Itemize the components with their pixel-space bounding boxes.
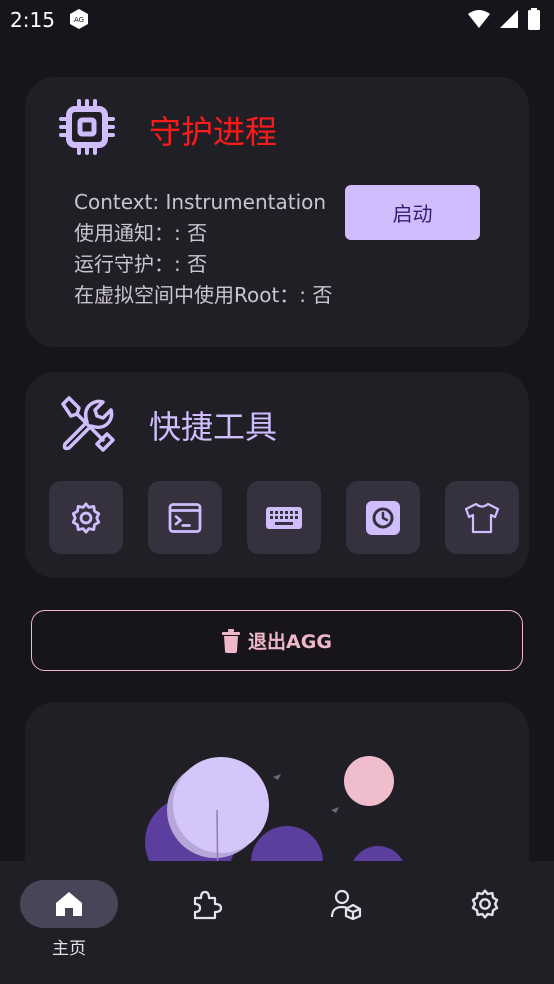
trash-icon (222, 628, 241, 653)
tool-terminal-button[interactable] (148, 481, 222, 554)
nav-apps[interactable] (277, 861, 415, 984)
nav-home-label: 主页 (52, 939, 86, 959)
tool-clock-button[interactable] (346, 481, 420, 554)
status-time: 2:15 (10, 8, 55, 32)
nav-extensions-pill (158, 880, 256, 928)
guard-process-card: 守护进程 Context: Instrumentation 使用通知：: 否 运… (25, 77, 529, 347)
start-button[interactable]: 启动 (345, 185, 480, 240)
tool-theme-button[interactable] (445, 481, 519, 554)
puzzle-icon (193, 890, 223, 920)
user-cube-icon (330, 889, 362, 920)
guard-line: 运行守护：: 否 (74, 252, 208, 276)
context-line: Context: Instrumentation (74, 190, 327, 214)
nav-settings[interactable] (416, 861, 554, 984)
tool-row (49, 481, 519, 554)
gear-icon (471, 889, 499, 919)
battery-icon (528, 8, 540, 30)
svg-text:AG: AG (74, 16, 84, 24)
tools-title: 快捷工具 (149, 408, 278, 446)
tool-keyboard-button[interactable] (247, 481, 321, 554)
shirt-icon (464, 502, 500, 533)
nav-settings-pill (436, 880, 534, 928)
keyboard-icon (266, 506, 302, 529)
guard-title: 守护进程 (149, 113, 278, 151)
exit-agg-label: 退出AGG (248, 631, 332, 653)
notify-line: 使用通知：: 否 (74, 221, 208, 245)
nav-extensions[interactable] (138, 861, 276, 984)
exit-agg-button[interactable]: 退出AGG (31, 610, 523, 671)
nav-home-pill (20, 880, 118, 928)
nav-apps-pill (297, 880, 395, 928)
bottom-nav: 主页 (0, 861, 554, 984)
status-icons (468, 8, 540, 30)
gear-icon (71, 501, 101, 534)
root-line: 在虚拟空间中使用Root：: 否 (74, 283, 333, 307)
tool-settings-button[interactable] (49, 481, 123, 554)
signal-icon (500, 10, 518, 28)
wifi-icon (468, 10, 490, 28)
quick-tools-card: 快捷工具 (25, 372, 529, 578)
app-screen: 2:15 AG 守护进程 Context: Instrumentation 使用… (0, 0, 554, 984)
terminal-icon (168, 502, 202, 533)
clock-app-icon (366, 500, 400, 535)
cpu-icon (59, 99, 115, 155)
status-bar: 2:15 AG (0, 0, 554, 40)
home-icon (56, 892, 82, 916)
wrench-screwdriver-icon (61, 396, 115, 452)
guard-info: Context: Instrumentation 使用通知：: 否 运行守护：:… (74, 187, 332, 311)
nav-home[interactable]: 主页 (0, 861, 138, 984)
app-notification-icon: AG (70, 9, 88, 29)
